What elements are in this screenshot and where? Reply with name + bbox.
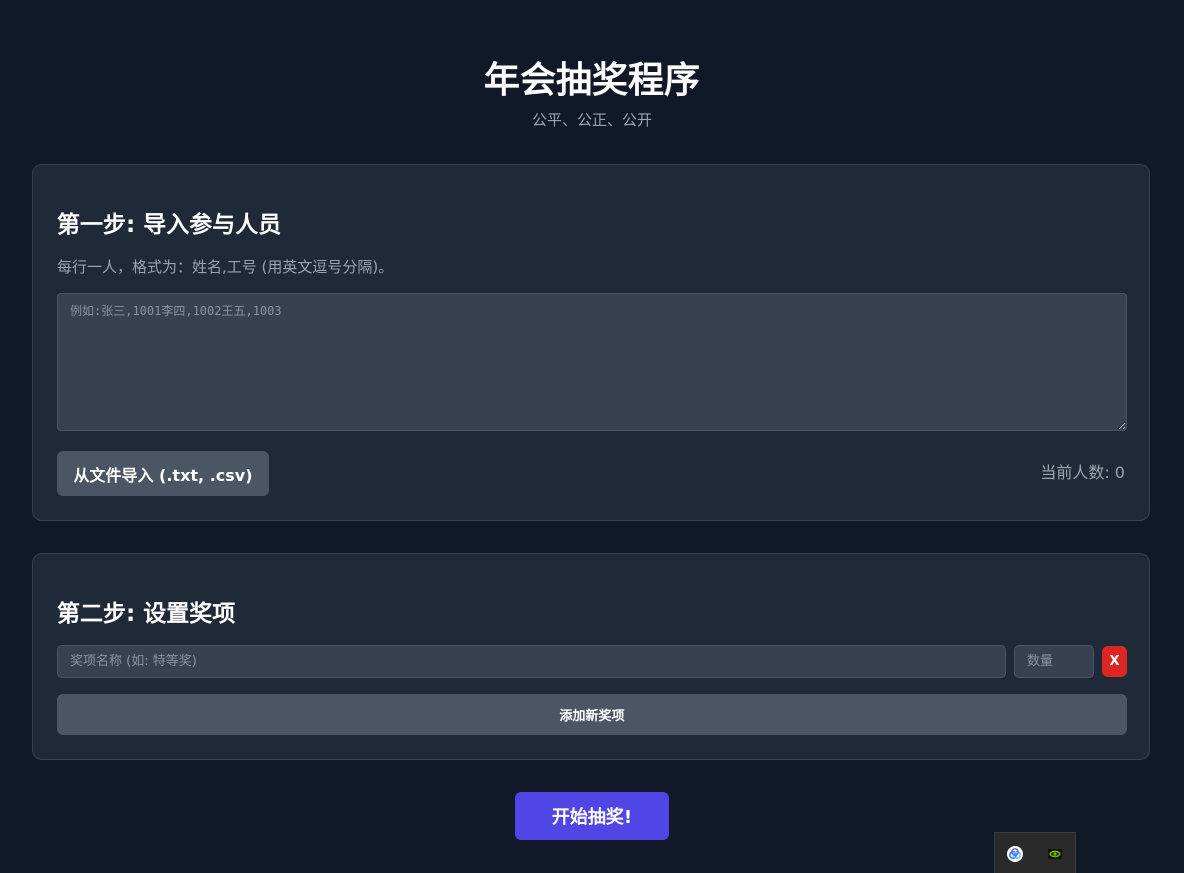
page: 年会抽奖程序 公平、公正、公开 第一步: 导入参与人员 每行一人，格式为：姓名,… (0, 0, 1184, 873)
nvidia-icon[interactable] (1046, 845, 1064, 863)
step2-title: 第二步: 设置奖项 (57, 601, 236, 627)
participant-count: 当前人数: 0 (1040, 463, 1125, 482)
cloud-sync-icon[interactable] (1006, 845, 1024, 863)
header: 年会抽奖程序 公平、公正、公开 (0, 58, 1184, 130)
step1-hint: 每行一人，格式为：姓名,工号 (用英文逗号分隔)。 (57, 258, 394, 276)
remove-prize-button[interactable]: X (1102, 646, 1127, 677)
start-draw-button[interactable]: 开始抽奖! (515, 792, 669, 840)
page-title: 年会抽奖程序 (483, 60, 700, 101)
system-tray (994, 832, 1076, 873)
add-prize-button[interactable]: 添加新奖项 (57, 694, 1127, 735)
page-subtitle: 公平、公正、公开 (531, 111, 652, 129)
participants-card: 第一步: 导入参与人员 每行一人，格式为：姓名,工号 (用英文逗号分隔)。 从文… (32, 164, 1150, 521)
import-file-button[interactable]: 从文件导入 (.txt, .csv) (57, 451, 269, 496)
prizes-card: 第二步: 设置奖项 X 添加新奖项 (32, 553, 1150, 760)
participants-textarea[interactable] (57, 293, 1127, 431)
prize-quantity-input[interactable] (1014, 645, 1094, 678)
prize-name-input[interactable] (57, 645, 1006, 678)
step1-title: 第一步: 导入参与人员 (57, 212, 282, 238)
